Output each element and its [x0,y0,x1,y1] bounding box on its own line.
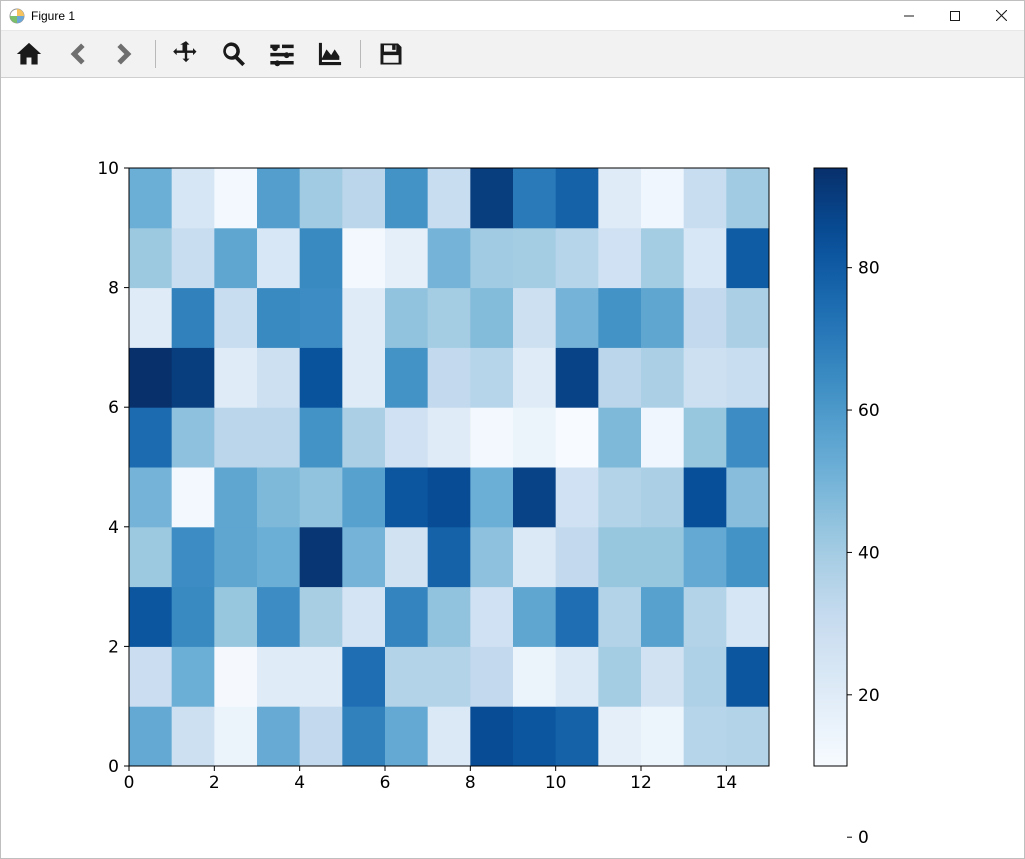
svg-text:6: 6 [108,398,119,418]
home-button[interactable] [7,34,51,74]
titlebar: Figure 1 [1,1,1024,31]
svg-text:0: 0 [124,773,135,793]
svg-text:8: 8 [108,279,119,299]
svg-text:6: 6 [380,773,391,793]
edit-axis-button[interactable] [308,34,352,74]
maximize-button[interactable] [932,1,978,31]
svg-text:14: 14 [716,773,738,793]
configure-subplots-button[interactable] [260,34,304,74]
svg-text:2: 2 [209,773,220,793]
svg-text:0: 0 [858,828,869,848]
svg-text:12: 12 [630,773,652,793]
close-button[interactable] [978,1,1024,31]
toolbar-separator [155,40,156,68]
toolbar-separator [360,40,361,68]
window-title: Figure 1 [31,9,75,23]
svg-text:0: 0 [108,757,119,777]
svg-text:80: 80 [858,259,880,279]
svg-text:8: 8 [465,773,476,793]
pan-button[interactable] [164,34,208,74]
mpl-toolbar [1,31,1024,78]
svg-text:10: 10 [97,159,119,179]
zoom-button[interactable] [212,34,256,74]
forward-button[interactable] [103,34,147,74]
save-button[interactable] [369,34,413,74]
plot-canvas[interactable]: 0 2 4 6 8 10 12 14 0 2 4 6 8 10 0 20 40 60 80 [1,78,1024,858]
svg-text:40: 40 [858,543,880,563]
app-icon [9,8,25,24]
minimize-button[interactable] [886,1,932,31]
back-button[interactable] [55,34,99,74]
figure-window: Figure 1 0 2 4 6 8 10 [0,0,1025,859]
svg-text:2: 2 [108,637,119,657]
heatmap-plot: 0 2 4 6 8 10 12 14 0 2 4 6 8 10 0 20 40 60 80 [1,78,1024,858]
svg-text:10: 10 [545,773,567,793]
svg-text:4: 4 [108,518,119,538]
svg-text:4: 4 [294,773,305,793]
svg-text:20: 20 [858,686,880,706]
svg-text:60: 60 [858,401,880,421]
